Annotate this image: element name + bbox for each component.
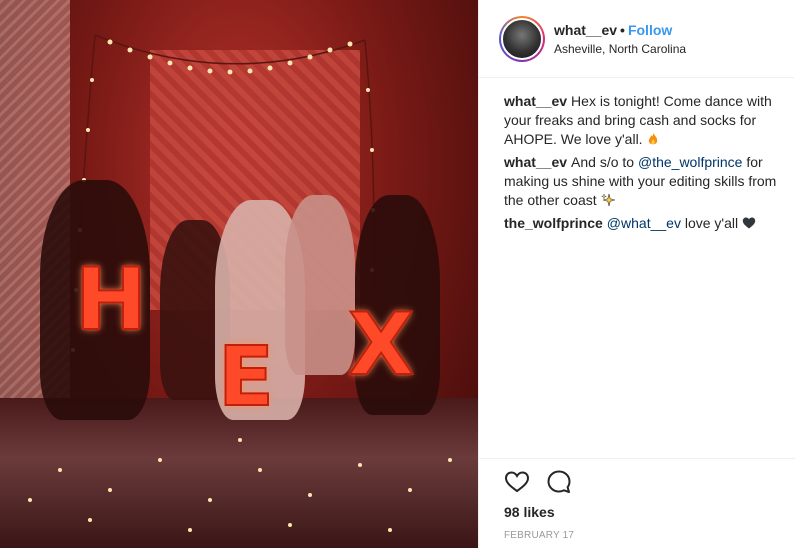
balloon-letter-h: H	[74, 249, 148, 351]
black-heart-icon	[742, 217, 756, 229]
comment-username[interactable]: what__ev	[504, 93, 567, 109]
heart-outline-icon[interactable]	[504, 469, 530, 495]
comment-bubble-icon[interactable]	[546, 469, 572, 495]
comment-caption: what__ev Hex is tonight! Come dance with …	[504, 92, 791, 149]
comment-text-after: love y'all	[684, 215, 739, 231]
comment-username[interactable]: the_wolfprince	[504, 215, 603, 231]
comment-reply: the_wolfprince @what__ev love y'all	[504, 214, 791, 233]
post-sidebar: what__ev • Follow Asheville, North Carolin…	[478, 0, 811, 548]
balloon-letter-x: X	[347, 294, 415, 396]
balloon-letter-e: E	[217, 329, 275, 426]
comment-username[interactable]: what__ev	[504, 154, 567, 170]
location-link[interactable]: Asheville, North Carolina	[554, 42, 686, 56]
comment-shoutout: what__ev And s/o to @the_wolfprince for m…	[504, 153, 791, 210]
post-photo[interactable]: H E X	[0, 0, 478, 548]
avatar-story-ring[interactable]	[499, 15, 545, 62]
sparkles-icon	[600, 193, 615, 207]
post-date: FEBRUARY 17	[504, 530, 575, 541]
separator-dot: •	[620, 21, 625, 38]
action-icons	[504, 469, 795, 495]
instagram-post: H E X what__ev • Follow Asheville, North C…	[0, 0, 811, 548]
likes-count[interactable]: 98 likes	[504, 504, 795, 520]
comment-text-before: And s/o to	[571, 154, 635, 170]
author-username[interactable]: what__ev	[554, 22, 617, 38]
post-header: what__ev • Follow Asheville, North Carolin…	[479, 0, 794, 78]
post-actions: 98 likes FEBRUARY 17	[479, 458, 795, 548]
comments-list: what__ev Hex is tonight! Come dance with …	[479, 78, 811, 233]
mention-link[interactable]: @the_wolfprince	[638, 154, 743, 170]
person-4	[285, 195, 355, 375]
mention-link[interactable]: @what__ev	[607, 215, 681, 231]
fire-icon	[649, 133, 658, 145]
author-line: what__ev • Follow	[554, 22, 686, 38]
avatar[interactable]	[501, 17, 543, 60]
follow-button[interactable]: Follow	[628, 22, 672, 38]
author-info: what__ev • Follow Asheville, North Carolin…	[554, 22, 686, 56]
